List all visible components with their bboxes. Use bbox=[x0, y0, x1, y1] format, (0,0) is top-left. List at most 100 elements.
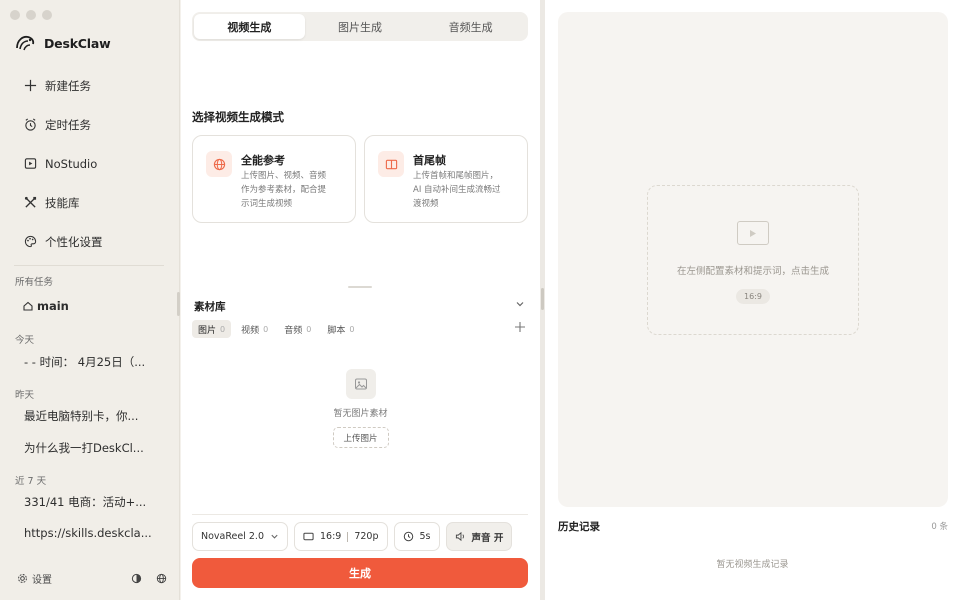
nav-personalize[interactable]: 个性化设置 bbox=[12, 222, 168, 261]
nav-label: 新建任务 bbox=[45, 78, 91, 93]
library-tab-label: 视频 bbox=[241, 325, 260, 336]
nav-label: 定时任务 bbox=[45, 117, 91, 132]
tab-image[interactable]: 图片生成 bbox=[305, 14, 416, 39]
settings-label: 设置 bbox=[32, 575, 52, 586]
separator bbox=[347, 531, 349, 542]
mode-description: 上传首帧和尾帧图片，AI 自动补间生成流畅过渡视频 bbox=[413, 171, 501, 209]
nav-new-task[interactable]: 新建任务 bbox=[12, 66, 168, 105]
palette-icon bbox=[24, 235, 37, 248]
section-last-7-days: 近 7 天 bbox=[15, 476, 47, 487]
mode-description: 上传图片、视频、音频作为参考素材，配合提示词生成视频 bbox=[241, 171, 327, 209]
library-tab-count: 0 bbox=[220, 324, 226, 334]
library-empty-text: 暂无图片素材 bbox=[333, 409, 388, 419]
library-tab-count: 0 bbox=[263, 324, 269, 334]
tab-video[interactable]: 视频生成 bbox=[194, 14, 305, 39]
preview-placeholder: 在左侧配置素材和提示词，点击生成 16:9 bbox=[647, 185, 859, 335]
nav-label: 技能库 bbox=[45, 195, 80, 210]
task-item[interactable]: https://skills.deskcla... bbox=[24, 526, 164, 540]
drawer-grabber[interactable] bbox=[348, 286, 372, 288]
preview-hint: 在左侧配置素材和提示词，点击生成 bbox=[676, 266, 829, 277]
tab-audio[interactable]: 音频生成 bbox=[415, 14, 526, 39]
library-tab-images[interactable]: 图片 0 bbox=[192, 320, 232, 338]
library-tab-label: 图片 bbox=[198, 325, 217, 336]
window-controls bbox=[10, 10, 52, 20]
clock-icon bbox=[403, 531, 413, 542]
zoom-window-button[interactable] bbox=[42, 10, 52, 20]
sound-toggle[interactable]: 声音 开 bbox=[445, 522, 513, 551]
plus-icon bbox=[24, 79, 37, 92]
task-item[interactable]: 331/41 电商：活动+... bbox=[24, 494, 164, 510]
video-preview-area: 在左侧配置素材和提示词，点击生成 16:9 bbox=[558, 12, 948, 507]
settings-button[interactable]: 设置 bbox=[17, 571, 52, 586]
sidebar: DeskClaw 新建任务 定时任务 NoStudio 技能库 个性化设置 所有… bbox=[0, 0, 180, 600]
model-value: NovaReel 2.0 bbox=[201, 531, 264, 542]
mode-card-omni-reference[interactable]: 全能参考 上传图片、视频、音频作为参考素材，配合提示词生成视频 bbox=[192, 135, 356, 223]
sidebar-divider bbox=[14, 265, 164, 266]
ratio-value: 16:9 bbox=[320, 531, 342, 542]
main-nav: 新建任务 定时任务 NoStudio 技能库 个性化设置 bbox=[12, 66, 168, 261]
section-all-tasks: 所有任务 bbox=[15, 277, 54, 288]
library-empty-state: 暂无图片素材 上传图片 bbox=[181, 369, 540, 448]
nav-skills[interactable]: 技能库 bbox=[12, 183, 168, 222]
home-icon bbox=[23, 301, 33, 311]
language-globe-icon[interactable] bbox=[156, 573, 167, 584]
upload-image-button[interactable]: 上传图片 bbox=[332, 427, 389, 448]
chevron-down-icon bbox=[271, 534, 278, 539]
library-tab-label: 音频 bbox=[284, 325, 303, 336]
preview-panel: 在左侧配置素材和提示词，点击生成 16:9 历史记录 0 条 暂无视频生成记录 bbox=[545, 0, 960, 600]
frames-icon bbox=[378, 151, 404, 177]
library-tab-videos[interactable]: 视频 0 bbox=[235, 320, 274, 338]
duration-value: 5s bbox=[419, 531, 431, 542]
nav-label: 个性化设置 bbox=[45, 234, 103, 249]
resolution-value: 720p bbox=[354, 531, 379, 542]
task-main-label: main bbox=[37, 299, 69, 313]
preview-ratio-badge: 16:9 bbox=[736, 289, 770, 304]
mode-card-first-last-frame[interactable]: 首尾帧 上传首帧和尾帧图片，AI 自动补间生成流畅过渡视频 bbox=[364, 135, 528, 223]
generation-controls: NovaReel 2.0 16:9 720p 5s 声音 开 bbox=[192, 522, 513, 551]
history-empty-text: 暂无视频生成记录 bbox=[716, 560, 789, 570]
brand: DeskClaw bbox=[14, 34, 111, 52]
mode-title: 首尾帧 bbox=[413, 154, 446, 167]
history-title: 历史记录 bbox=[558, 521, 600, 533]
library-title: 素材库 bbox=[194, 301, 226, 313]
video-play-icon bbox=[737, 221, 769, 245]
model-select[interactable]: NovaReel 2.0 bbox=[192, 522, 288, 551]
generation-tabs: 视频生成 图片生成 音频生成 bbox=[192, 12, 528, 41]
close-window-button[interactable] bbox=[10, 10, 20, 20]
generation-panel: 视频生成 图片生成 音频生成 选择视频生成模式 全能参考 上传图片、视频、音频作… bbox=[181, 0, 540, 600]
nav-label: NoStudio bbox=[45, 156, 98, 171]
preview-resize-handle[interactable] bbox=[541, 288, 544, 310]
aspect-ratio-icon bbox=[303, 532, 314, 541]
image-placeholder-icon bbox=[345, 369, 376, 399]
nav-nostudio[interactable]: NoStudio bbox=[12, 144, 168, 183]
chevron-down-icon[interactable] bbox=[515, 299, 525, 309]
task-main[interactable]: main bbox=[23, 299, 69, 313]
nav-scheduled-tasks[interactable]: 定时任务 bbox=[12, 105, 168, 144]
generate-button[interactable]: 生成 bbox=[192, 558, 528, 588]
library-tab-count: 0 bbox=[349, 324, 355, 334]
minimize-window-button[interactable] bbox=[26, 10, 36, 20]
duration-select[interactable]: 5s bbox=[393, 522, 440, 551]
library-tab-label: 脚本 bbox=[327, 325, 346, 336]
task-item[interactable]: - - 时间： 4月25日（... bbox=[24, 354, 164, 370]
task-item[interactable]: 为什么我一打DeskCl... bbox=[24, 440, 164, 456]
toolbar-divider bbox=[192, 514, 528, 515]
add-asset-plus-icon[interactable] bbox=[514, 321, 526, 333]
speaker-icon bbox=[455, 531, 464, 542]
mode-section-title: 选择视频生成模式 bbox=[192, 110, 284, 124]
globe-icon bbox=[206, 151, 232, 177]
alarm-icon bbox=[25, 118, 36, 131]
theme-toggle-icon[interactable] bbox=[131, 573, 142, 584]
library-tabs: 图片 0 视频 0 音频 0 脚本 0 bbox=[192, 320, 360, 338]
sidebar-resize-handle[interactable] bbox=[177, 292, 180, 316]
section-today: 今天 bbox=[15, 335, 35, 346]
ratio-resolution-select[interactable]: 16:9 720p bbox=[294, 522, 388, 551]
gear-icon bbox=[18, 574, 27, 583]
library-tab-scripts[interactable]: 脚本 0 bbox=[321, 320, 360, 338]
app-name: DeskClaw bbox=[44, 35, 111, 51]
task-item[interactable]: 最近电脑特别卡，你... bbox=[24, 408, 164, 424]
library-tab-count: 0 bbox=[306, 324, 312, 334]
library-tab-audio[interactable]: 音频 0 bbox=[278, 320, 317, 338]
history-count: 0 条 bbox=[931, 522, 948, 532]
play-square-icon bbox=[24, 158, 37, 169]
